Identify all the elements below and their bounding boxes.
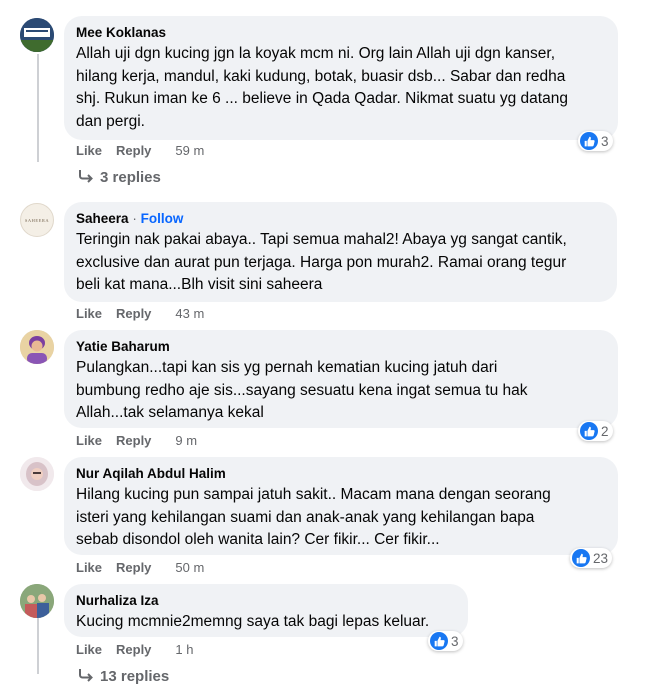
reaction-number: 23 (593, 550, 609, 566)
reaction-count[interactable]: 23 (570, 548, 613, 568)
thread-line (37, 54, 39, 162)
comment-author[interactable]: Nurhaliza Iza (76, 592, 456, 609)
view-replies[interactable]: 3 replies (78, 168, 161, 188)
follow-button[interactable]: Follow (141, 211, 184, 226)
comment-actions: Like Reply 43 m (76, 305, 218, 323)
like-button[interactable]: Like (76, 559, 102, 577)
like-button[interactable]: Like (76, 432, 102, 450)
reaction-count[interactable]: 3 (428, 631, 463, 651)
avatar[interactable]: SAHEERA (20, 203, 54, 237)
separator-dot: · (132, 211, 137, 226)
comment-actions: Like Reply 9 m (76, 432, 211, 450)
like-thumb-icon (580, 132, 598, 150)
view-replies[interactable]: 13 replies (78, 667, 169, 687)
comment-text: Kucing mcmnie2memng saya tak bagi lepas … (76, 613, 430, 630)
reaction-number: 3 (451, 633, 459, 649)
comment-actions: Like Reply 50 m (76, 559, 218, 577)
reply-button[interactable]: Reply (116, 559, 151, 577)
comment-bubble: Mee Koklanas Allah uji dgn kucing jgn la… (64, 16, 618, 140)
avatar[interactable] (20, 18, 54, 52)
comment-bubble: Yatie Baharum Pulangkan...tapi kan sis y… (64, 330, 618, 428)
comment-text: Teringin nak pakai abaya.. Tapi semua ma… (76, 231, 567, 293)
reaction-count[interactable]: 2 (578, 421, 613, 441)
avatar[interactable] (20, 584, 54, 618)
comment-author[interactable]: Nur Aqilah Abdul Halim (76, 465, 606, 482)
like-button[interactable]: Like (76, 305, 102, 323)
like-button[interactable]: Like (76, 142, 102, 160)
reaction-number: 3 (601, 133, 609, 149)
comment-time[interactable]: 50 m (175, 559, 204, 577)
reply-arrow-icon (79, 170, 93, 183)
replies-label: 13 replies (100, 668, 170, 685)
comment-text: Allah uji dgn kucing jgn la koyak mcm ni… (76, 45, 568, 130)
comment-actions: Like Reply 59 m (76, 142, 218, 160)
comment-time[interactable]: 43 m (175, 305, 204, 323)
avatar-logo-text: SAHEERA (24, 217, 50, 223)
comment-text: Hilang kucing pun sampai jatuh sakit.. M… (76, 486, 551, 548)
comment-author[interactable]: Mee Koklanas (76, 24, 606, 41)
reply-button[interactable]: Reply (116, 305, 151, 323)
comment-author[interactable]: Saheera (76, 211, 129, 226)
thread-line (37, 614, 39, 674)
comment-actions: Like Reply 1 h (76, 641, 208, 659)
reaction-number: 2 (601, 423, 609, 439)
comment-author-line: Saheera · Follow (76, 210, 605, 227)
reply-button[interactable]: Reply (116, 432, 151, 450)
comment-bubble: Nur Aqilah Abdul Halim Hilang kucing pun… (64, 457, 618, 555)
like-button[interactable]: Like (76, 641, 102, 659)
replies-label: 3 replies (100, 169, 161, 186)
comment-bubble: Saheera · Follow Teringin nak pakai abay… (64, 202, 617, 302)
comment-time[interactable]: 9 m (175, 432, 197, 450)
avatar[interactable] (20, 457, 54, 491)
reply-button[interactable]: Reply (116, 142, 151, 160)
reply-arrow-icon (79, 669, 93, 682)
comment-author[interactable]: Yatie Baharum (76, 338, 606, 355)
comment-text: Pulangkan...tapi kan sis yg pernah kemat… (76, 359, 528, 421)
like-thumb-icon (580, 422, 598, 440)
comment-time[interactable]: 59 m (175, 142, 204, 160)
like-thumb-icon (430, 632, 448, 650)
avatar[interactable] (20, 330, 54, 364)
reply-button[interactable]: Reply (116, 641, 151, 659)
like-thumb-icon (572, 549, 590, 567)
comment-time[interactable]: 1 h (175, 641, 193, 659)
comment-bubble: Nurhaliza Iza Kucing mcmnie2memng saya t… (64, 584, 468, 637)
reaction-count[interactable]: 3 (578, 131, 613, 151)
